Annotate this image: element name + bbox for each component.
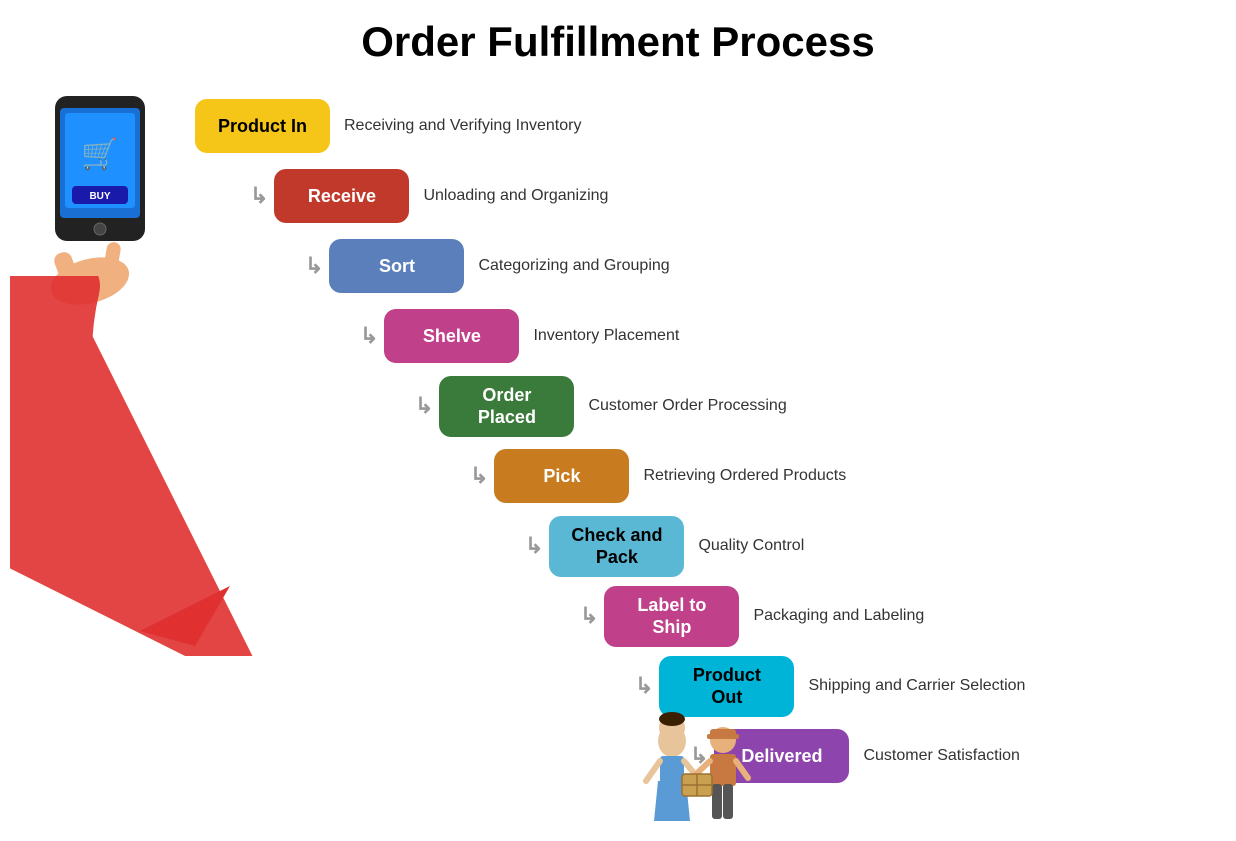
steps-staircase: Product In Receiving and Verifying Invent… [195,91,1025,791]
step-box-shelve: Shelve [384,309,519,363]
connector-arrow-order-placed: ↳ [415,393,433,419]
step-row-sort: ↳Sort Categorizing and Grouping [305,231,1025,301]
step-row-receive: ↳Receive Unloading and Organizing [250,161,1025,231]
svg-text:BUY: BUY [89,191,110,202]
connector-arrow-pick: ↳ [470,463,488,489]
step-description-delivered: Customer Satisfaction [863,747,1020,765]
connector-arrow-label-to-ship: ↳ [580,603,598,629]
step-row-product-in: Product In Receiving and Verifying Invent… [195,91,1025,161]
page-title: Order Fulfillment Process [0,0,1236,76]
step-description-label-to-ship: Packaging and Labeling [753,607,924,625]
step-box-check-and-pack: Check and Pack [549,516,684,577]
step-row-shelve: ↳Shelve Inventory Placement [360,301,1025,371]
step-row-label-to-ship: ↳Label to Ship Packaging and Labeling [580,581,1025,651]
step-row-check-and-pack: ↳Check and Pack Quality Control [525,511,1025,581]
svg-text:🛒: 🛒 [81,136,118,171]
connector-arrow-shelve: ↳ [360,323,378,349]
step-box-order-placed: Order Placed [439,376,574,437]
step-row-order-placed: ↳Order Placed Customer Order Processing [415,371,1025,441]
step-box-pick: Pick [494,449,629,503]
step-description-order-placed: Customer Order Processing [588,397,786,415]
connector-arrow-sort: ↳ [305,253,323,279]
step-row-pick: ↳Pick Retrieving Ordered Products [470,441,1025,511]
step-description-product-out: Shipping and Carrier Selection [808,677,1025,695]
step-box-sort: Sort [329,239,464,293]
step-description-sort: Categorizing and Grouping [478,257,669,275]
delivery-illustration [630,666,790,836]
step-description-product-in: Receiving and Verifying Inventory [344,117,581,135]
main-content: 🛒 BUY Product InReceiv [0,76,1236,803]
phone-illustration: 🛒 BUY [10,86,185,306]
step-description-shelve: Inventory Placement [533,327,679,345]
step-description-pick: Retrieving Ordered Products [643,467,846,485]
step-box-label-to-ship: Label to Ship [604,586,739,647]
step-description-receive: Unloading and Organizing [423,187,608,205]
step-box-receive: Receive [274,169,409,223]
connector-arrow-receive: ↳ [250,183,268,209]
connector-arrow-check-and-pack: ↳ [525,533,543,559]
step-box-product-in: Product In [195,99,330,153]
step-description-check-and-pack: Quality Control [698,537,804,555]
